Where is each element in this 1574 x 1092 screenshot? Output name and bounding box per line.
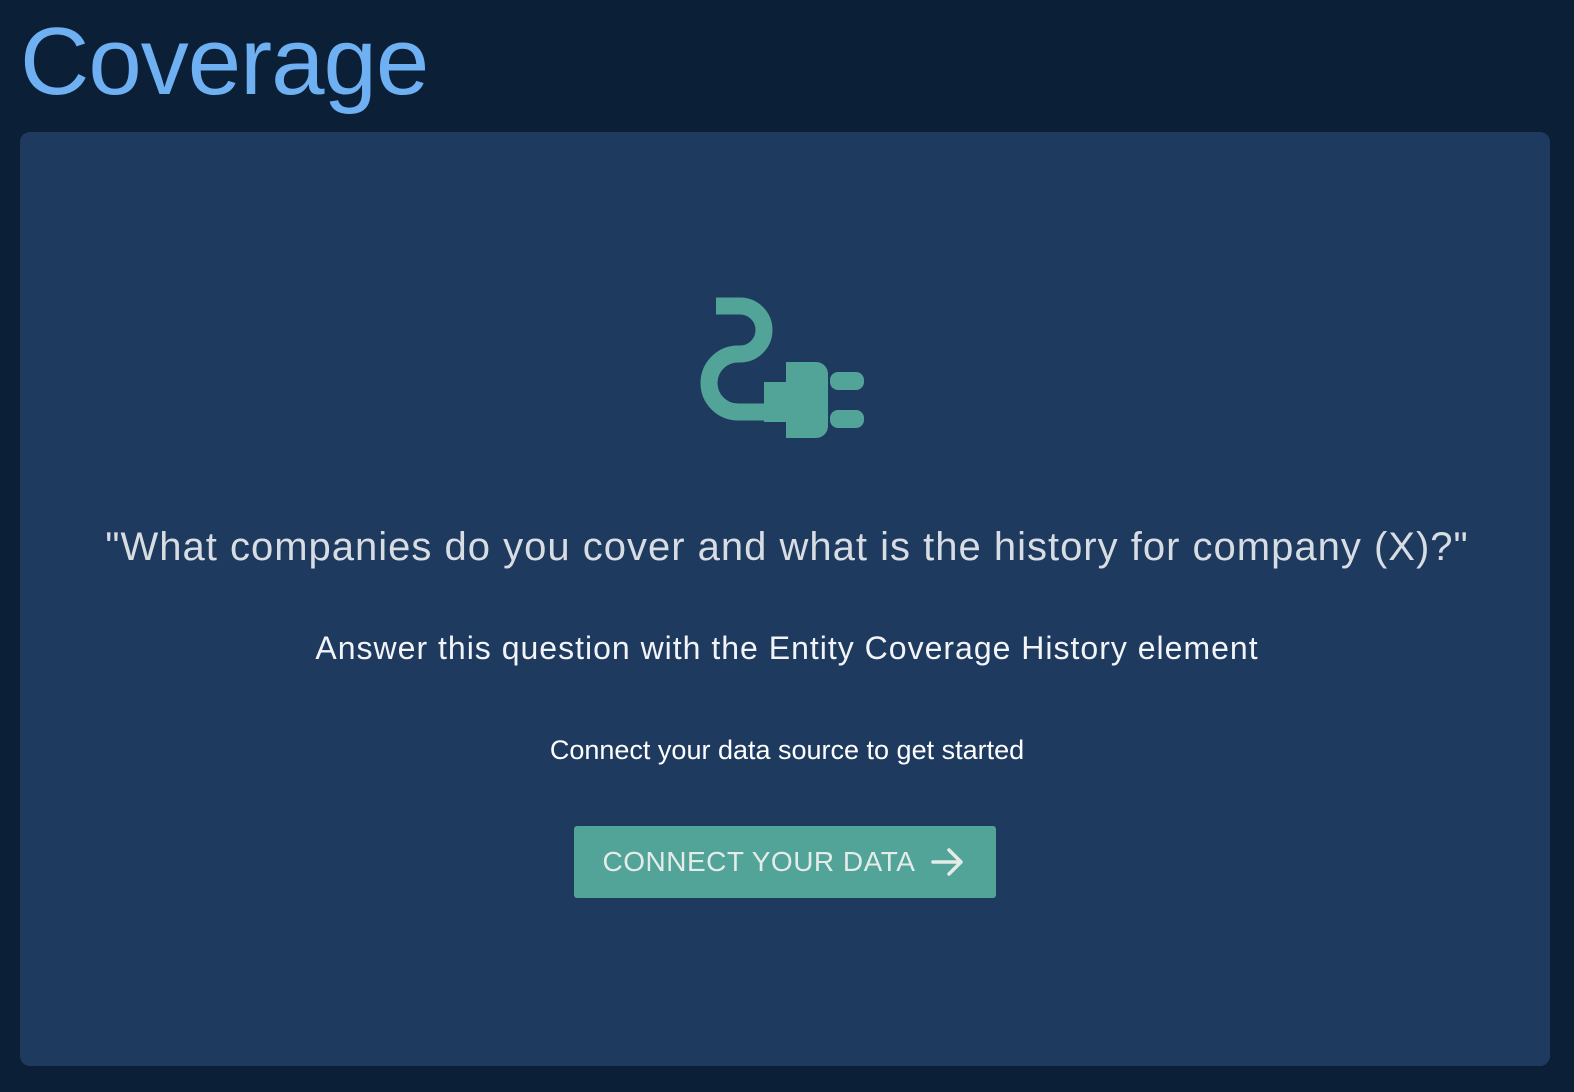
element-description: Answer this question with the Entity Cov… xyxy=(315,630,1259,666)
arrow-right-icon xyxy=(931,848,964,876)
connect-hint: Connect your data source to get started xyxy=(549,735,1025,765)
empty-state-panel xyxy=(20,132,1550,1066)
question-text: "What companies do you cover and what is… xyxy=(105,525,1469,569)
connect-data-button[interactable]: CONNECT YOUR DATA xyxy=(574,826,996,898)
plug-icon xyxy=(700,297,864,438)
connect-data-button-label: CONNECT YOUR DATA xyxy=(602,846,916,877)
page-title: Coverage xyxy=(20,8,429,115)
